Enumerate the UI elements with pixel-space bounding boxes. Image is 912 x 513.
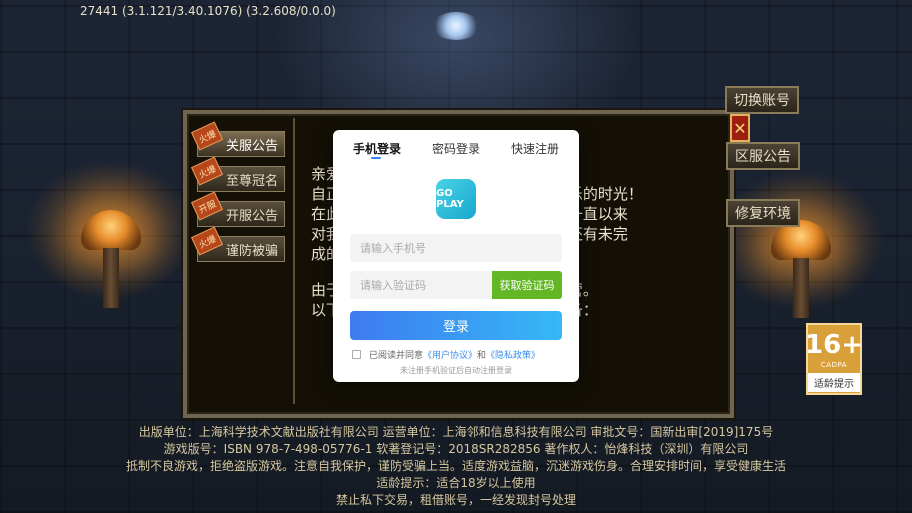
notice-tab-label: 关服公告 <box>225 138 278 154</box>
age-rating-badge[interactable]: 16+ CADPA 适龄提示 <box>805 323 863 395</box>
login-button[interactable]: 登录 <box>350 311 562 340</box>
hot-tag: 火爆 <box>190 156 224 186</box>
open-tag: 开服 <box>190 191 224 221</box>
tab-quick-register[interactable]: 快速注册 <box>511 140 559 157</box>
login-modal: 手机登录 密码登录 快速注册 GO PLAY 获取验证码 登录 已阅读并同意 《… <box>333 130 579 382</box>
auto-register-hint: 未注册手机验证后自动注册登录 <box>400 366 512 375</box>
tab-password-login[interactable]: 密码登录 <box>432 140 480 157</box>
tab-phone-login[interactable]: 手机登录 <box>353 140 401 157</box>
agree-checkbox[interactable] <box>352 350 361 359</box>
notice-tab-title-sponsor[interactable]: 火爆 至尊冠名 <box>190 156 285 192</box>
server-notice-button[interactable]: 区服公告 <box>726 142 800 170</box>
torch-left <box>76 190 146 308</box>
privacy-policy-link[interactable]: 《隐私政策》 <box>486 348 540 361</box>
footer-line: 适龄提示：适合18岁以上使用 <box>376 476 536 490</box>
agreement-row: 已阅读并同意 《用户协议》 和 《隐私政策》 <box>352 348 540 361</box>
app-logo: GO PLAY <box>436 179 476 219</box>
age-rating-label: 适龄提示 <box>808 373 860 392</box>
hot-tag: 火爆 <box>190 226 224 256</box>
agree-text: 已阅读并同意 <box>369 351 424 361</box>
notice-tab-anti-fraud[interactable]: 火爆 谨防被骗 <box>190 226 285 262</box>
repair-environment-button[interactable]: 修复环境 <box>726 199 800 227</box>
notice-tab-label: 谨防被骗 <box>225 243 278 259</box>
version-label: 27441 (3.1.121/3.40.1076) (3.2.608/0.0.0… <box>80 4 336 18</box>
verification-code-input[interactable] <box>350 271 492 299</box>
user-agreement-link[interactable]: 《用户协议》 <box>423 348 477 361</box>
rating-org: CADPA <box>820 361 848 369</box>
footer-line: 抵制不良游戏，拒绝盗版游戏。注意自我保护，谨防受骗上当。适度游戏益脑，沉迷游戏伤… <box>125 459 786 473</box>
footer-line: 游戏版号：ISBN 978-7-498-05776-1 软著登记号：2018SR… <box>163 442 749 456</box>
ceiling-light <box>432 12 480 40</box>
footer-line: 禁止私下交易，租借账号，一经发现封号处理 <box>335 493 576 507</box>
phone-input[interactable] <box>350 234 562 262</box>
notice-tab-label: 开服公告 <box>225 208 278 224</box>
agree-and: 和 <box>477 351 487 361</box>
get-code-button[interactable]: 获取验证码 <box>492 271 562 299</box>
hot-tag: 火爆 <box>190 121 224 151</box>
footer-info: 出版单位：上海科学技术文献出版社有限公司 运营单位：上海邻和信息科技有限公司 审… <box>0 424 912 509</box>
notice-tab-server-open[interactable]: 开服 开服公告 <box>190 191 285 227</box>
switch-account-button[interactable]: 切换账号 <box>725 86 799 114</box>
login-tabs: 手机登录 密码登录 快速注册 <box>333 140 579 164</box>
notice-tab-shutdown[interactable]: 火爆 关服公告 <box>190 121 285 157</box>
active-tab-indicator <box>371 157 381 159</box>
footer-line: 出版单位：上海科学技术文献出版社有限公司 运营单位：上海邻和信息科技有限公司 审… <box>138 425 774 439</box>
notice-tab-label: 至尊冠名 <box>225 173 278 189</box>
notice-sidebar: 火爆 关服公告 火爆 至尊冠名 开服 开服公告 火爆 谨防被骗 <box>190 118 295 404</box>
age-rating-number: 16+ <box>805 330 863 360</box>
close-icon[interactable]: ✕ <box>730 114 750 142</box>
